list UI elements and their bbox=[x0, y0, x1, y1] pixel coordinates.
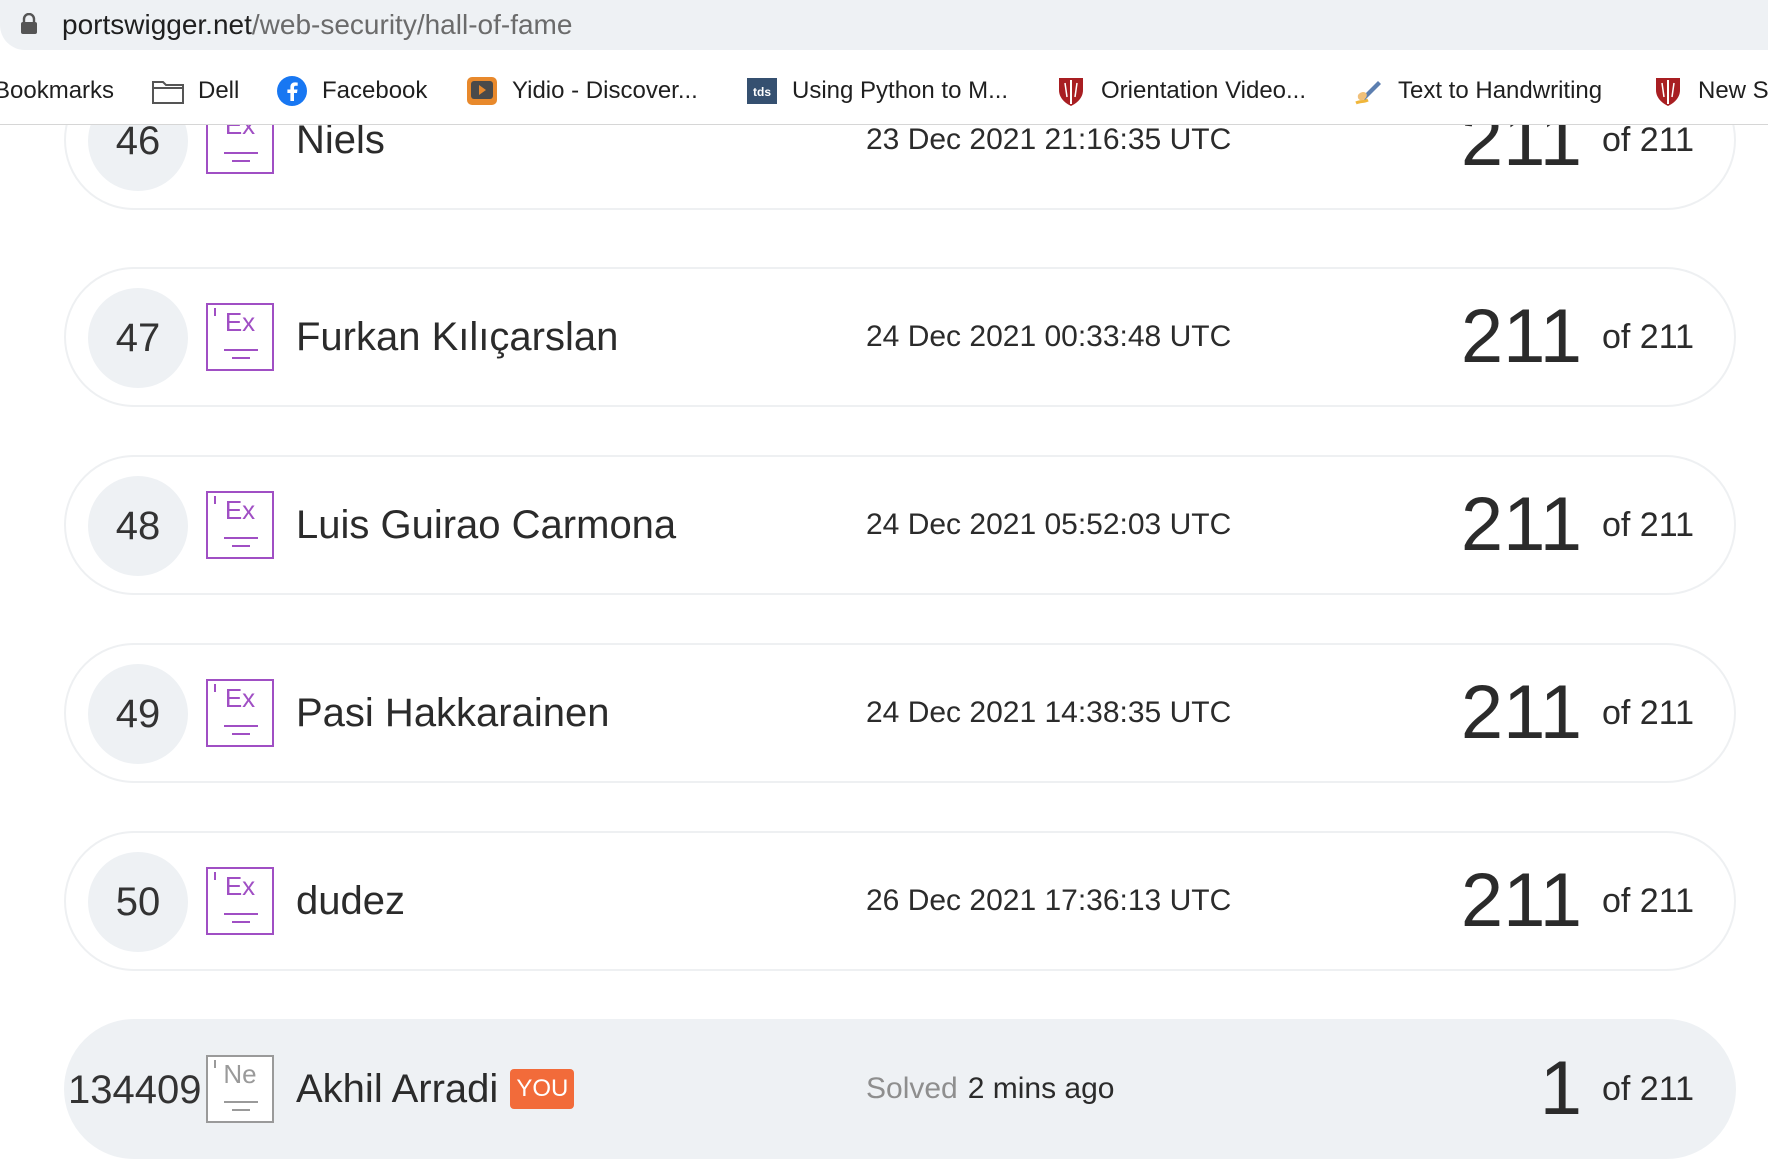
bookmarks-bar: Bookmarks Dell Facebook Yidio - Discover… bbox=[0, 64, 1768, 118]
score-value: 211 bbox=[1460, 125, 1582, 182]
rank-number: 48 bbox=[88, 476, 188, 576]
user-name-wrap: Akhil Arradi YOU bbox=[296, 1021, 575, 1157]
rank-number: 47 bbox=[88, 288, 188, 388]
tds-icon: tds bbox=[746, 75, 778, 107]
url-text[interactable]: portswigger.net/web-security/hall-of-fam… bbox=[62, 8, 572, 42]
expert-badge-icon: Ex bbox=[206, 491, 274, 559]
user-name: Furkan Kılıçarslan bbox=[296, 314, 619, 359]
folder-icon bbox=[152, 75, 184, 107]
expert-badge-icon: Ex bbox=[206, 679, 274, 747]
facebook-icon bbox=[276, 75, 308, 107]
badge-abbr: Ex bbox=[224, 307, 256, 337]
solved-ago: 2 mins ago bbox=[967, 1072, 1115, 1105]
completion-time: 26 Dec 2021 17:36:13 UTC bbox=[866, 884, 1232, 917]
novice-badge-icon: Ne bbox=[206, 1055, 274, 1123]
shield-icon bbox=[1652, 75, 1684, 107]
expert-badge-icon: Ex bbox=[206, 303, 274, 371]
score-value: 1 bbox=[1539, 1046, 1582, 1131]
score-value: 211 bbox=[1460, 482, 1582, 567]
user-name: Akhil Arradi bbox=[296, 1066, 499, 1111]
completion-time: 24 Dec 2021 14:38:35 UTC bbox=[866, 696, 1232, 729]
bookmark-text-to-handwriting[interactable]: Text to Handwriting bbox=[1352, 64, 1602, 118]
tds-icon-text: tds bbox=[753, 85, 771, 99]
bookmark-new[interactable]: New S bbox=[1652, 64, 1768, 118]
rank-number: 46 bbox=[88, 125, 188, 191]
current-user-row[interactable]: 134409 Ne Akhil Arradi YOU Solved 2 mins… bbox=[64, 1019, 1736, 1159]
you-badge: YOU bbox=[510, 1069, 575, 1109]
bookmark-facebook[interactable]: Facebook bbox=[276, 64, 427, 118]
url-path: /web-security/hall-of-fame bbox=[251, 9, 573, 40]
score: 211 of 211 bbox=[1461, 125, 1694, 208]
score-value: 211 bbox=[1460, 670, 1582, 755]
rank-number: 49 bbox=[88, 664, 188, 764]
bookmark-label: Orientation Video... bbox=[1101, 77, 1307, 104]
badge-abbr: Ex bbox=[224, 495, 256, 525]
leaderboard-row[interactable]: 50 Ex dudez 26 Dec 2021 17:36:13 UTC 211… bbox=[64, 831, 1736, 971]
score: 1 of 211 bbox=[1540, 1021, 1694, 1157]
bookmark-label: Bookmarks bbox=[0, 77, 115, 104]
user-name: dudez bbox=[296, 878, 405, 923]
address-bar-field[interactable]: portswigger.net/web-security/hall-of-fam… bbox=[0, 0, 1768, 50]
completion-time: 24 Dec 2021 00:33:48 UTC bbox=[866, 320, 1232, 353]
score-total: of 211 bbox=[1601, 1069, 1694, 1108]
bookmark-dell[interactable]: Dell bbox=[152, 64, 239, 118]
score: 211 of 211 bbox=[1461, 645, 1694, 781]
hall-of-fame-list: 46 Ex Niels 23 Dec 2021 21:16:35 UTC 211… bbox=[0, 125, 1768, 1172]
leaderboard-row[interactable]: 46 Ex Niels 23 Dec 2021 21:16:35 UTC 211… bbox=[64, 125, 1736, 210]
score-total: of 211 bbox=[1601, 125, 1694, 159]
user-name: Niels bbox=[296, 125, 385, 162]
score-total: of 211 bbox=[1601, 693, 1694, 732]
bookmark-label: Dell bbox=[198, 77, 240, 104]
bookmark-label: Facebook bbox=[322, 77, 428, 104]
lock-icon bbox=[21, 13, 37, 34]
leaderboard-row[interactable]: 47 Ex Furkan Kılıçarslan 24 Dec 2021 00:… bbox=[64, 267, 1736, 407]
completion-time: 23 Dec 2021 21:16:35 UTC bbox=[866, 125, 1232, 156]
leaderboard-row[interactable]: 48 Ex Luis Guirao Carmona 24 Dec 2021 05… bbox=[64, 455, 1736, 595]
rank-number: 50 bbox=[88, 852, 188, 952]
bookmark-orientation-video[interactable]: Orientation Video... bbox=[1055, 64, 1306, 118]
solved-label: Solved bbox=[866, 1072, 958, 1105]
completion-time: 24 Dec 2021 05:52:03 UTC bbox=[866, 508, 1232, 541]
yidio-icon bbox=[466, 75, 498, 107]
bookmark-bookmarks[interactable]: Bookmarks bbox=[0, 64, 114, 118]
score-total: of 211 bbox=[1601, 317, 1694, 356]
score-value: 211 bbox=[1460, 294, 1582, 379]
bookmark-label: Using Python to M... bbox=[792, 77, 1009, 104]
score-total: of 211 bbox=[1601, 881, 1694, 920]
bookmark-label: Yidio - Discover... bbox=[512, 77, 698, 104]
badge-abbr: Ex bbox=[224, 683, 256, 713]
score-total: of 211 bbox=[1601, 505, 1694, 544]
expert-badge-icon: Ex bbox=[206, 867, 274, 935]
user-name: Luis Guirao Carmona bbox=[296, 502, 677, 547]
badge-abbr: Ex bbox=[224, 125, 256, 140]
bookmark-using-python[interactable]: tds Using Python to M... bbox=[746, 64, 1008, 118]
expert-badge-icon: Ex bbox=[206, 125, 274, 174]
url-host: portswigger.net bbox=[62, 9, 252, 40]
leaderboard-row[interactable]: 49 Ex Pasi Hakkarainen 24 Dec 2021 14:38… bbox=[64, 643, 1736, 783]
pen-hand-icon bbox=[1352, 75, 1384, 107]
score: 211 of 211 bbox=[1461, 457, 1694, 593]
shield-icon bbox=[1055, 75, 1087, 107]
badge-abbr: Ne bbox=[223, 1059, 257, 1089]
score: 211 of 211 bbox=[1461, 833, 1694, 969]
score: 211 of 211 bbox=[1461, 269, 1694, 405]
bookmark-yidio[interactable]: Yidio - Discover... bbox=[466, 64, 698, 118]
bookmark-label: New S bbox=[1698, 77, 1768, 104]
badge-abbr: Ex bbox=[224, 871, 256, 901]
bookmark-label: Text to Handwriting bbox=[1398, 77, 1603, 104]
rank-number: 134409 bbox=[68, 1067, 202, 1112]
user-name: Pasi Hakkarainen bbox=[296, 690, 610, 735]
score-value: 211 bbox=[1460, 858, 1582, 943]
address-bar[interactable]: portswigger.net/web-security/hall-of-fam… bbox=[0, 0, 1768, 50]
completion-time: Solved 2 mins ago bbox=[866, 1021, 1114, 1157]
